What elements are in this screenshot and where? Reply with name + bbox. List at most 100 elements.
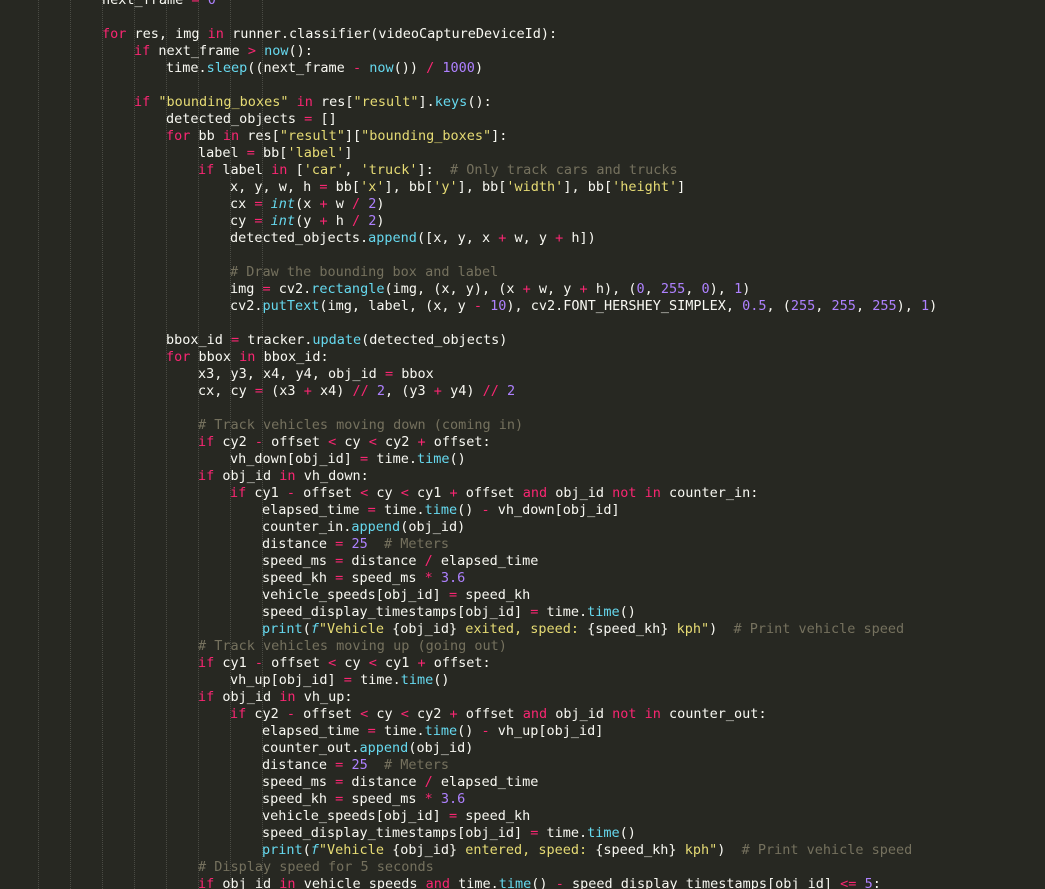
code-line-13[interactable]: cx = int(x + w / 2)	[230, 196, 385, 213]
token-keyword: for	[166, 349, 191, 365]
token-plain: cx, cy	[198, 383, 255, 399]
code-line-33[interactable]: distance = 25 # Meters	[262, 536, 449, 553]
code-line-31[interactable]: elapsed_time = time.time() - vh_down[obj…	[262, 502, 620, 519]
code-line-24[interactable]: cx, cy = (x3 + x4) // 2, (y3 + y4) // 2	[198, 383, 515, 400]
token-plain: offset	[457, 485, 523, 501]
token-comment: # Display speed for 5 seconds	[198, 859, 434, 875]
token-operator: +	[417, 655, 426, 671]
token-func: append	[359, 740, 409, 756]
code-line-49[interactable]: vehicle_speeds[obj_id] = speed_kh	[262, 808, 530, 825]
code-line-52[interactable]: # Display speed for 5 seconds	[198, 859, 434, 876]
token-plain: counter_in:	[660, 485, 759, 501]
token-plain: ,	[815, 298, 832, 314]
token-operator: -	[254, 434, 264, 450]
token-plain: (x	[295, 196, 320, 212]
code-line-12[interactable]: x, y, w, h = bb['x'], bb['y'], bb['width…	[230, 179, 685, 196]
token-plain: obj_id	[547, 706, 613, 722]
code-line-39[interactable]: # Track vehicles moving up (going out)	[198, 638, 507, 655]
code-line-14[interactable]: cy = int(y + h / 2)	[230, 213, 385, 230]
code-line-42[interactable]: if obj_id in vh_up:	[198, 689, 352, 706]
code-line-26[interactable]: # Track vehicles moving down (coming in)	[198, 417, 523, 434]
code-line-19[interactable]: cv2.putText(img, label, (x, y - 10), cv2…	[230, 298, 937, 315]
token-plain: ()	[531, 876, 556, 889]
token-plain: h	[327, 213, 352, 229]
token-keyword: if	[198, 162, 215, 178]
code-line-8[interactable]: detected_objects = []	[166, 111, 337, 128]
token-plain: img	[230, 281, 263, 297]
code-line-43[interactable]: if cy2 - offset < cy < cy2 + offset and …	[230, 706, 767, 723]
token-plain: label	[198, 145, 247, 161]
code-line-27[interactable]: if cy2 - offset < cy < cy2 + offset:	[198, 434, 491, 451]
token-keyword: if	[230, 485, 247, 501]
code-line-51[interactable]: print(f"Vehicle {obj_id} entered, speed:…	[262, 842, 912, 859]
code-line-18[interactable]: img = cv2.rectangle(img, (x, y), (x + w,…	[230, 281, 750, 298]
code-line-38[interactable]: print(f"Vehicle {obj_id} exited, speed: …	[262, 621, 904, 638]
indent-guide-2	[102, 0, 103, 889]
token-plain: speed_ms	[262, 774, 336, 790]
token-operator: >	[247, 43, 256, 59]
code-line-7[interactable]: if "bounding_boxes" in res["result"].key…	[134, 94, 492, 111]
token-keyword: and	[522, 485, 548, 501]
token-plain: elapsed_time	[432, 553, 539, 569]
token-plain: bbox_id	[166, 332, 232, 348]
code-line-17[interactable]: # Draw the bounding box and label	[230, 264, 498, 281]
code-line-44[interactable]: elapsed_time = time.time() - vh_up[obj_i…	[262, 723, 603, 740]
token-string: "result"	[353, 94, 419, 110]
code-line-36[interactable]: vehicle_speeds[obj_id] = speed_kh	[262, 587, 530, 604]
code-line-50[interactable]: speed_display_timestamps[obj_id] = time.…	[262, 825, 636, 842]
token-plain: )	[742, 281, 751, 297]
code-line-23[interactable]: x3, y3, x4, y4, obj_id = bbox	[198, 366, 434, 383]
code-line-34[interactable]: speed_ms = distance / elapsed_time	[262, 553, 538, 570]
token-plain: (videoCaptureDeviceId):	[370, 26, 558, 42]
token-keyword: not	[612, 706, 637, 722]
code-line-21[interactable]: bbox_id = tracker.update(detected_object…	[166, 332, 507, 349]
token-plain: ),	[896, 298, 921, 314]
code-line-35[interactable]: speed_kh = speed_ms * 3.6	[262, 570, 465, 587]
token-func: time	[416, 451, 450, 467]
code-line-11[interactable]: if label in ['car', 'truck']: # Only tra…	[198, 162, 678, 179]
token-func: putText	[262, 298, 320, 314]
token-plain: tracker.	[239, 332, 313, 348]
token-operator: *	[424, 570, 433, 586]
code-line-29[interactable]: if obj_id in vh_down:	[198, 468, 369, 485]
code-line-37[interactable]: speed_display_timestamps[obj_id] = time.…	[262, 604, 636, 621]
token-plain: counter_in.	[262, 519, 352, 535]
token-plain: ), cv2.FONT_HERSHEY_SIMPLEX,	[506, 298, 743, 314]
code-line-45[interactable]: counter_out.append(obj_id)	[262, 740, 473, 757]
token-plain: ()	[457, 502, 482, 518]
token-plain: vh_up:	[295, 689, 353, 705]
code-line-30[interactable]: if cy1 - offset < cy < cy1 + offset and …	[230, 485, 758, 502]
token-plain: cy1	[246, 485, 287, 501]
code-line-5[interactable]: time.sleep((next_frame - now()) / 1000)	[166, 60, 483, 77]
code-line-15[interactable]: detected_objects.append([x, y, x + w, y …	[230, 230, 596, 247]
code-editor[interactable]: next_frame = 0 for res, img in runner.cla…	[0, 0, 1045, 889]
code-line-9[interactable]: for bb in res["result"]["bounding_boxes"…	[166, 128, 507, 145]
token-operator: //	[352, 383, 369, 399]
code-line-4[interactable]: if next_frame > now():	[134, 43, 313, 60]
token-string: "bounding_boxes"	[158, 94, 289, 110]
token-func: update	[312, 332, 362, 348]
code-line-48[interactable]: speed_kh = speed_ms * 3.6	[262, 791, 465, 808]
code-line-47[interactable]: speed_ms = distance / elapsed_time	[262, 774, 538, 791]
code-line-22[interactable]: for bbox in bbox_id:	[166, 349, 329, 366]
code-line-41[interactable]: vh_up[obj_id] = time.time()	[230, 672, 450, 689]
token-comment: # Meters	[383, 536, 449, 552]
code-line-1[interactable]: next_frame = 0	[102, 0, 216, 9]
code-line-53[interactable]: if obj_id in vehicle_speeds and time.tim…	[198, 876, 881, 889]
code-line-3[interactable]: for res, img in runner.classifier(videoC…	[102, 26, 557, 43]
token-plain: ].	[418, 94, 435, 110]
token-plain: elapsed_time	[432, 774, 539, 790]
code-line-40[interactable]: if cy1 - offset < cy < cy1 + offset:	[198, 655, 491, 672]
token-plain: {obj_id}	[392, 842, 458, 858]
token-number: 0	[207, 0, 216, 8]
token-plain: vh_down[obj_id]	[489, 502, 620, 518]
token-string: "Vehicle	[318, 842, 393, 858]
code-line-46[interactable]: distance = 25 # Meters	[262, 757, 449, 774]
code-line-32[interactable]: counter_in.append(obj_id)	[262, 519, 465, 536]
token-plain: bb[	[327, 179, 361, 195]
code-line-10[interactable]: label = bb['label']	[198, 145, 352, 162]
code-line-28[interactable]: vh_down[obj_id] = time.time()	[230, 451, 466, 468]
